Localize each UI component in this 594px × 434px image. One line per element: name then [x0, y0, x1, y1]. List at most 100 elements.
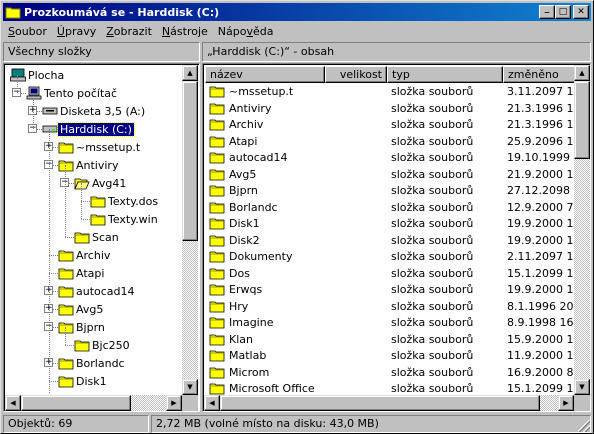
file-modified: 27.12.2098 17: [507, 184, 574, 197]
menu-nastroje[interactable]: Nástroje: [157, 25, 213, 38]
file-row[interactable]: Dos složka souborů 15.1.2099 17:1: [205, 265, 574, 282]
scroll-thumb[interactable]: [220, 395, 540, 411]
scroll-thumb[interactable]: [182, 81, 198, 241]
scroll-down-button[interactable]: ▼: [182, 379, 198, 395]
menu-label: obrazit: [113, 25, 152, 38]
tree-item[interactable]: Disk1: [58, 372, 109, 390]
minimize-button[interactable]: _: [539, 4, 555, 19]
file-row[interactable]: Erwqs složka souborů 19.9.2000 18:3: [205, 281, 574, 298]
tree-connector: [81, 201, 90, 202]
tree-item[interactable]: Harddisk (C:): [42, 120, 135, 138]
tree-item[interactable]: Bjc250: [74, 336, 132, 354]
maximize-button[interactable]: □: [555, 5, 571, 19]
scroll-thumb[interactable]: [21, 395, 131, 411]
status-object-count: Objektů: 69: [3, 415, 149, 433]
menu-zobrazit[interactable]: Zobrazit: [101, 25, 157, 38]
tree-item[interactable]: Borlandc: [58, 354, 127, 372]
tree-item[interactable]: Disketa 3,5 (A:): [42, 102, 147, 120]
file-row[interactable]: Atapi složka souborů 25.9.2096 19:3: [205, 133, 574, 150]
tree-item[interactable]: ~mssetup.t: [58, 138, 142, 156]
menu-napoveda[interactable]: Nápověda: [213, 25, 279, 38]
tree-item[interactable]: Antiviry: [58, 156, 120, 174]
folder-icon: [209, 283, 225, 296]
file-row[interactable]: Antiviry složka souborů 21.3.1996 19:1: [205, 100, 574, 117]
column-type-header[interactable]: typ: [387, 66, 503, 83]
folder-icon: [58, 303, 74, 316]
file-row[interactable]: Archiv složka souborů 21.3.1996 19:1: [205, 116, 574, 133]
file-modified: 8.1.1996 20:18: [507, 299, 574, 313]
file-name: Klan: [229, 332, 253, 346]
menu-soubor[interactable]: Soubor: [3, 25, 52, 38]
resize-grip[interactable]: [578, 420, 590, 432]
file-type: složka souborů: [391, 151, 474, 164]
pane-headers: Všechny složky „Harddisk (C:)“ - obsah: [3, 42, 591, 62]
scroll-thumb[interactable]: [574, 81, 590, 159]
file-modified: 19.9.2000 18:3: [507, 283, 574, 296]
file-row[interactable]: autocad14 složka souborů 19.10.1999 22: [205, 149, 574, 166]
scroll-corner: [182, 395, 198, 411]
tree-item[interactable]: Atapi: [58, 264, 106, 282]
file-type: složka souborů: [391, 316, 474, 329]
file-name: Erwqs: [229, 283, 263, 296]
tree-item[interactable]: Archiv: [58, 246, 112, 264]
tree-item[interactable]: Disk2: [58, 390, 109, 394]
file-name: Archiv: [229, 118, 264, 131]
folder-icon: [58, 249, 74, 262]
contents-horizontal-scrollbar[interactable]: ◀ ▶: [204, 395, 574, 411]
scroll-down-button[interactable]: ▼: [574, 379, 590, 395]
file-row[interactable]: Microm složka souborů 16.9.2000 8:17: [205, 364, 574, 381]
file-row[interactable]: ~mssetup.t složka souborů 3.11.2097 17:1: [205, 83, 574, 100]
column-size-header[interactable]: velikost: [325, 66, 387, 83]
file-modified: 19.9.2000 18:4: [507, 217, 574, 230]
file-row[interactable]: Bjprn složka souborů 27.12.2098 17: [205, 182, 574, 199]
tree-vertical-scrollbar[interactable]: ▲ ▼: [182, 65, 198, 395]
scroll-left-button[interactable]: ◀: [204, 395, 220, 411]
window-title: Prozkoumává se - Harddisk (C:): [24, 5, 220, 19]
contents-pane-header: „Harddisk (C:)“ - obsah: [202, 42, 591, 62]
close-button[interactable]: ✕: [573, 5, 589, 19]
file-type: složka souborů: [391, 332, 474, 346]
tree-horizontal-scrollbar[interactable]: ◀ ▶: [5, 395, 182, 411]
scroll-left-button[interactable]: ◀: [5, 395, 21, 411]
file-name: Microm: [229, 365, 270, 379]
file-row[interactable]: Disk1 složka souborů 19.9.2000 18:4: [205, 215, 574, 232]
scroll-up-button[interactable]: ▲: [574, 65, 590, 81]
tree-item[interactable]: Scan: [74, 228, 121, 246]
column-name-header[interactable]: název: [205, 66, 325, 83]
tree-item[interactable]: Avg41: [74, 174, 128, 192]
file-row[interactable]: Hry složka souborů 8.1.1996 20:18: [205, 298, 574, 315]
computer-icon: [26, 86, 42, 100]
file-row[interactable]: Matlab složka souborů 11.9.2000 15:5: [205, 347, 574, 364]
file-row[interactable]: Avg5 složka souborů 21.9.2000 16:3: [205, 166, 574, 183]
menu-upravy[interactable]: Úpravy: [52, 25, 101, 38]
title-bar[interactable]: Prozkoumává se - Harddisk (C:) _ □ ✕: [3, 3, 591, 21]
tree-item[interactable]: Texty.dos: [90, 192, 160, 210]
tree-item[interactable]: Avg5: [58, 300, 105, 318]
file-row[interactable]: Imagine složka souborů 8.9.1998 16:27: [205, 314, 574, 331]
folder-icon: [58, 375, 74, 388]
contents-pane[interactable]: název velikost typ změněno ~mssetup.t slo…: [202, 63, 591, 412]
tree-item[interactable]: Tento počítač: [26, 84, 119, 102]
file-row[interactable]: Disk2 složka souborů 19.9.2000 18:4: [205, 232, 574, 249]
file-row[interactable]: Klan složka souborů 15.9.2000 1:42: [205, 331, 574, 348]
scroll-right-button[interactable]: ▶: [166, 395, 182, 411]
explorer-app-icon[interactable]: [5, 5, 21, 19]
folder-tree-pane[interactable]: Plocha − Tento počítač + Disketa 3,5 (A:) − Ha…: [3, 63, 200, 412]
arrow-down-icon: ▼: [187, 383, 193, 391]
file-name: autocad14: [229, 151, 288, 164]
file-row[interactable]: Dokumenty složka souborů 2.11.2097 16:4: [205, 248, 574, 265]
tree-item[interactable]: autocad14: [58, 282, 137, 300]
file-modified: 11.9.2000 15:5: [507, 349, 574, 362]
scroll-up-button[interactable]: ▲: [182, 65, 198, 81]
desktop-icon: [10, 68, 26, 82]
tree-item[interactable]: Plocha: [10, 66, 66, 84]
column-modified-header[interactable]: změněno: [503, 66, 583, 83]
folder-icon: [209, 349, 225, 362]
file-row[interactable]: Borlandc složka souborů 12.9.2000 7:25: [205, 199, 574, 216]
file-name: Atapi: [229, 134, 258, 148]
tree-item[interactable]: Texty.win: [90, 210, 160, 228]
file-name-cell: Klan: [209, 333, 387, 346]
contents-vertical-scrollbar[interactable]: ▲ ▼: [574, 65, 590, 395]
scroll-right-button[interactable]: ▶: [558, 395, 574, 411]
file-row[interactable]: Microsoft Office složka souborů 15.1.2099 …: [205, 380, 574, 395]
